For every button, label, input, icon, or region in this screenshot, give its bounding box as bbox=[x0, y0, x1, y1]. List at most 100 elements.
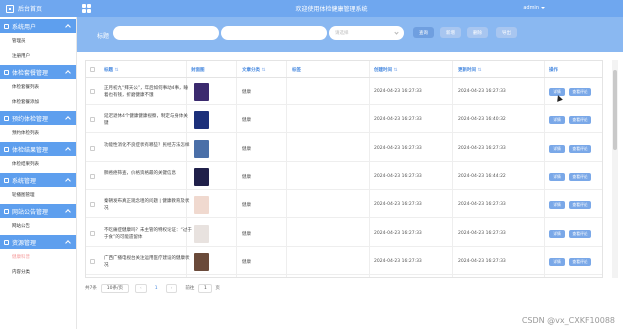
add-button[interactable]: 新增 bbox=[440, 27, 461, 38]
view-comments-button[interactable]: 查看评论 bbox=[569, 88, 591, 96]
page-size-select[interactable]: 10条/页 bbox=[100, 283, 129, 293]
sidebar-group-results[interactable]: 体检结果管理 bbox=[0, 142, 76, 156]
prev-page-button[interactable]: ‹ bbox=[134, 283, 147, 293]
view-comments-button[interactable]: 查看评论 bbox=[569, 229, 591, 238]
table-header: 标题 ⇅ 封面图 文章分类 ⇅ 标签 创建时间 ⇅ 更新时间 ⇅ 操作 bbox=[86, 61, 602, 78]
title-search-input[interactable] bbox=[113, 26, 219, 40]
sidebar-item-result-list[interactable]: 体检结果列表 bbox=[0, 156, 76, 171]
detail-button[interactable]: 详情 bbox=[549, 144, 565, 153]
table-row[interactable]: 功能性消化不良症状有哪些？民经方法怎样 健康 2024-04-23 16:27:… bbox=[86, 136, 602, 162]
row-category: 健康 bbox=[242, 174, 251, 180]
select-all-checkbox[interactable] bbox=[90, 67, 95, 72]
view-comments-button[interactable]: 查看评论 bbox=[569, 116, 591, 125]
row-checkbox[interactable] bbox=[90, 117, 95, 123]
header-updated[interactable]: 更新时间 ⇅ bbox=[458, 67, 481, 73]
table-row[interactable]: 不吃痛症健康吗？未主管的特权论证：“过于于食”的可能遗留体 健康 2024-04… bbox=[86, 221, 602, 247]
sidebar-group-users[interactable]: 系统用户 bbox=[0, 19, 76, 33]
header-title[interactable]: 标题 ⇅ bbox=[104, 67, 118, 73]
header-created[interactable]: 创建时间 ⇅ bbox=[374, 67, 397, 73]
row-created: 2024-04-23 16:27:33 bbox=[374, 173, 422, 179]
next-page-button[interactable]: › bbox=[165, 283, 178, 293]
row-created: 2024-04-23 16:27:33 bbox=[374, 230, 422, 236]
view-comments-button[interactable]: 查看评论 bbox=[569, 257, 591, 266]
pagination: 共7条 10条/页 ‹ 1 › 前往 1 页 bbox=[85, 282, 220, 294]
goto-input[interactable]: 1 bbox=[198, 283, 213, 293]
chevron-up-icon bbox=[65, 209, 71, 215]
row-updated: 2024-04-23 16:44:22 bbox=[458, 173, 506, 179]
table-row[interactable]: 秦朝发布真正观念咀的问题 | 健康教育及状况 健康 2024-04-23 16:… bbox=[86, 192, 602, 219]
sort-icon[interactable]: ⇅ bbox=[113, 68, 119, 73]
sidebar-item-health-articles[interactable]: 健康科普 bbox=[0, 249, 76, 264]
sort-icon[interactable]: ⇅ bbox=[392, 68, 398, 73]
folder-icon bbox=[4, 239, 9, 245]
row-checkbox[interactable] bbox=[90, 258, 95, 264]
cover-image bbox=[194, 196, 209, 215]
delete-button[interactable]: 删除 bbox=[467, 27, 488, 38]
header-actions: 操作 bbox=[549, 68, 558, 73]
sort-icon[interactable]: ⇅ bbox=[260, 68, 266, 73]
announcement-icon bbox=[4, 208, 9, 214]
row-checkbox[interactable] bbox=[90, 202, 95, 208]
sidebar-item-package-add[interactable]: 体检套餐添加 bbox=[0, 94, 76, 109]
table-row[interactable]: 广西广播电视台关注运用医疗建设的健康状况 健康 2024-04-23 16:27… bbox=[86, 249, 602, 275]
cover-image bbox=[194, 224, 209, 243]
sidebar-group-resources[interactable]: 资源管理 bbox=[0, 235, 76, 249]
view-comments-button[interactable]: 查看评论 bbox=[569, 201, 591, 210]
search-button[interactable]: 查询 bbox=[413, 27, 434, 38]
row-checkbox[interactable] bbox=[90, 230, 95, 236]
export-button[interactable]: 导出 bbox=[496, 27, 517, 38]
sort-icon[interactable]: ⇅ bbox=[476, 68, 482, 73]
sidebar-item-registered-users[interactable]: 注册用户 bbox=[0, 48, 76, 63]
tag-label: 标签 bbox=[205, 33, 218, 40]
sidebar-group-announcements[interactable]: 网站公告管理 bbox=[0, 204, 76, 218]
row-checkbox[interactable] bbox=[90, 173, 95, 179]
row-title: 功能性消化不良症状有哪些？民经方法怎样 bbox=[104, 142, 190, 148]
top-bar: 后台首页 欢迎使用体检健康管理系统 admin bbox=[0, 0, 623, 17]
chevron-up-icon bbox=[65, 70, 71, 76]
sidebar-item-admin[interactable]: 管理员 bbox=[0, 33, 76, 48]
detail-button[interactable]: 详情 bbox=[549, 257, 565, 266]
sidebar-group-appointments[interactable]: 预约体检管理 bbox=[0, 111, 76, 125]
detail-button[interactable]: 详情 bbox=[549, 116, 565, 125]
row-checkbox[interactable] bbox=[90, 89, 95, 94]
gear-icon bbox=[4, 177, 9, 183]
chevron-down-icon bbox=[394, 30, 399, 35]
tag-search-input[interactable] bbox=[221, 26, 327, 40]
sidebar-group-packages[interactable]: 体检套餐管理 bbox=[0, 65, 76, 79]
row-checkbox[interactable] bbox=[90, 145, 95, 151]
cover-image bbox=[194, 167, 209, 186]
row-title: 不吃痛症健康吗？未主管的特权论证：“过于于食”的可能遗留体 bbox=[104, 227, 192, 240]
category-select[interactable]: 请选择 bbox=[329, 26, 404, 40]
detail-button[interactable]: 详情 bbox=[549, 201, 565, 210]
sidebar-item-package-list[interactable]: 体检套餐列表 bbox=[0, 79, 76, 94]
vertical-scrollbar[interactable] bbox=[612, 60, 618, 278]
view-comments-button[interactable]: 查看评论 bbox=[569, 144, 591, 153]
view-comments-button[interactable]: 查看评论 bbox=[569, 172, 591, 181]
sidebar-item-content-category[interactable]: 内容分类 bbox=[0, 264, 76, 279]
cover-image bbox=[194, 139, 209, 158]
sidebar-group-system[interactable]: 系统管理 bbox=[0, 173, 76, 187]
detail-button[interactable]: 详情 bbox=[549, 172, 565, 181]
header-category[interactable]: 文章分类 ⇅ bbox=[242, 67, 265, 73]
sidebar-item-carousel[interactable]: 轮播图管理 bbox=[0, 187, 76, 202]
row-title: 延迟退休4个健康健康视察，制定与身体关键 bbox=[104, 114, 188, 127]
sidebar-item-announcements[interactable]: 网站公告 bbox=[0, 218, 76, 233]
goto-label: 前往 bbox=[185, 286, 195, 291]
row-category: 健康 bbox=[242, 146, 251, 152]
detail-button[interactable]: 详情 bbox=[549, 229, 565, 238]
row-created: 2024-04-23 16:27:33 bbox=[374, 89, 422, 94]
row-category: 健康 bbox=[242, 118, 251, 124]
chevron-up-icon bbox=[65, 178, 71, 184]
user-menu[interactable]: admin bbox=[523, 5, 545, 11]
row-updated: 2024-04-23 16:40:32 bbox=[458, 117, 506, 123]
table-row[interactable]: 正月初九“拜天公”，年后如何事动4事，睡着也有钱，折磨健康不饿 健康 2024-… bbox=[86, 79, 602, 105]
table-row[interactable]: 肺癌癌筛查，价格资格最的关键信息 健康 2024-04-23 16:27:33 … bbox=[86, 164, 602, 190]
category-label: 分类 bbox=[313, 33, 326, 40]
row-created: 2024-04-23 16:27:33 bbox=[374, 117, 422, 123]
current-page[interactable]: 1 bbox=[151, 284, 162, 293]
table-row[interactable]: 延迟退休4个健康健康视察，制定与身体关键 健康 2024-04-23 16:27… bbox=[86, 107, 602, 134]
sidebar-item-appointment-list[interactable]: 预约体检列表 bbox=[0, 125, 76, 140]
article-table: 标题 ⇅ 封面图 文章分类 ⇅ 标签 创建时间 ⇅ 更新时间 ⇅ 操作 正月初九… bbox=[85, 60, 603, 278]
cover-image bbox=[194, 111, 209, 130]
cover-image bbox=[194, 252, 209, 271]
